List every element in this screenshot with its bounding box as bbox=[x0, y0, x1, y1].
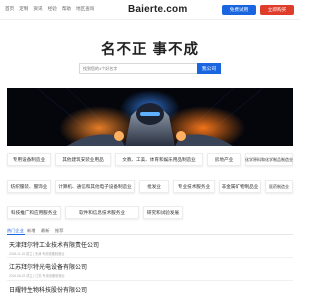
company-name[interactable]: 日耀特生物科技股份有限公司 bbox=[9, 285, 87, 294]
tab-new[interactable]: 新增 bbox=[27, 228, 35, 234]
hero-title: 名不正 事不成 bbox=[100, 42, 200, 58]
company-list-tabs: 热门企业 新增 最新 推荐 bbox=[7, 227, 293, 235]
category-item[interactable]: 非金属矿物制品业 bbox=[219, 180, 261, 193]
nav-news[interactable]: 资讯 bbox=[33, 6, 42, 12]
category-item[interactable]: 文教、工美、体育和娱乐用品制造业 bbox=[115, 153, 203, 166]
search-button[interactable]: 我公司 bbox=[197, 63, 221, 74]
category-item[interactable]: 研究和试验发展 bbox=[143, 206, 183, 219]
category-item[interactable]: 科技推广和应用服务业 bbox=[7, 206, 61, 219]
list-item[interactable]: 日耀特生物科技股份有限公司 bbox=[9, 285, 87, 294]
nav-experience[interactable]: 经验 bbox=[48, 6, 57, 12]
category-item[interactable]: 医药制造业 bbox=[265, 180, 293, 193]
category-item[interactable]: 纺织服装、服饰业 bbox=[7, 180, 51, 193]
nav-custom[interactable]: 定制 bbox=[19, 6, 28, 12]
tab-latest[interactable]: 最新 bbox=[41, 228, 49, 234]
buy-now-button[interactable]: 立即购买 bbox=[260, 5, 294, 15]
nav-help[interactable]: 帮助 bbox=[62, 6, 71, 12]
active-tab-indicator bbox=[7, 234, 25, 235]
category-item[interactable]: 批发业 bbox=[139, 180, 169, 193]
category-item[interactable]: 专业技术服务业 bbox=[173, 180, 215, 193]
divider bbox=[7, 280, 293, 281]
nav-region[interactable]: 地区查询 bbox=[76, 6, 94, 12]
tab-recommended[interactable]: 推荐 bbox=[55, 228, 63, 234]
category-item[interactable]: 其他建筑安装业用品 bbox=[55, 153, 111, 166]
company-name[interactable]: 天津拜尔特工业技术有限责任公司 bbox=[9, 240, 99, 249]
category-item[interactable]: 化学原料和化学制品制造业 bbox=[245, 153, 293, 166]
top-bar: 首页 定制 资讯 经验 帮助 地区查询 Baierte.com 免费试用 立即购… bbox=[0, 0, 300, 20]
category-item[interactable]: 房地产业 bbox=[207, 153, 241, 166]
category-item[interactable]: 计算机、通信和其他电子设备制造业 bbox=[55, 180, 135, 193]
category-item[interactable]: 专用设备制造业 bbox=[7, 153, 51, 166]
divider bbox=[7, 257, 293, 258]
search-input[interactable] bbox=[79, 63, 197, 74]
list-item[interactable]: 江苏拜尔特光电设备有限公司 2016-08-23 成立 | 江苏 专用设备制造业 bbox=[9, 262, 87, 278]
nav-home[interactable]: 首页 bbox=[5, 6, 14, 12]
robot-banner-graphic bbox=[7, 88, 293, 146]
company-list-section: 热门企业 新增 最新 推荐 天津拜尔特工业技术有限责任公司 2018-11-15… bbox=[7, 227, 293, 300]
list-item[interactable]: 天津拜尔特工业技术有限责任公司 2018-11-15 成立 | 天津 专用设备制… bbox=[9, 240, 99, 256]
hero-banner-image bbox=[7, 88, 293, 146]
free-trial-button[interactable]: 免费试用 bbox=[222, 5, 256, 15]
company-meta: 2016-08-23 成立 | 江苏 专用设备制造业 bbox=[9, 274, 65, 278]
company-name[interactable]: 江苏拜尔特光电设备有限公司 bbox=[9, 262, 87, 271]
category-item[interactable]: 软件和信息技术服务业 bbox=[65, 206, 139, 219]
search-bar: 我公司 bbox=[79, 63, 221, 74]
top-nav: 首页 定制 资讯 经验 帮助 地区查询 bbox=[5, 6, 94, 12]
company-meta: 2018-11-15 成立 | 天津 专用设备制造业 bbox=[9, 252, 65, 256]
site-logo[interactable]: Baierte.com bbox=[128, 4, 187, 15]
